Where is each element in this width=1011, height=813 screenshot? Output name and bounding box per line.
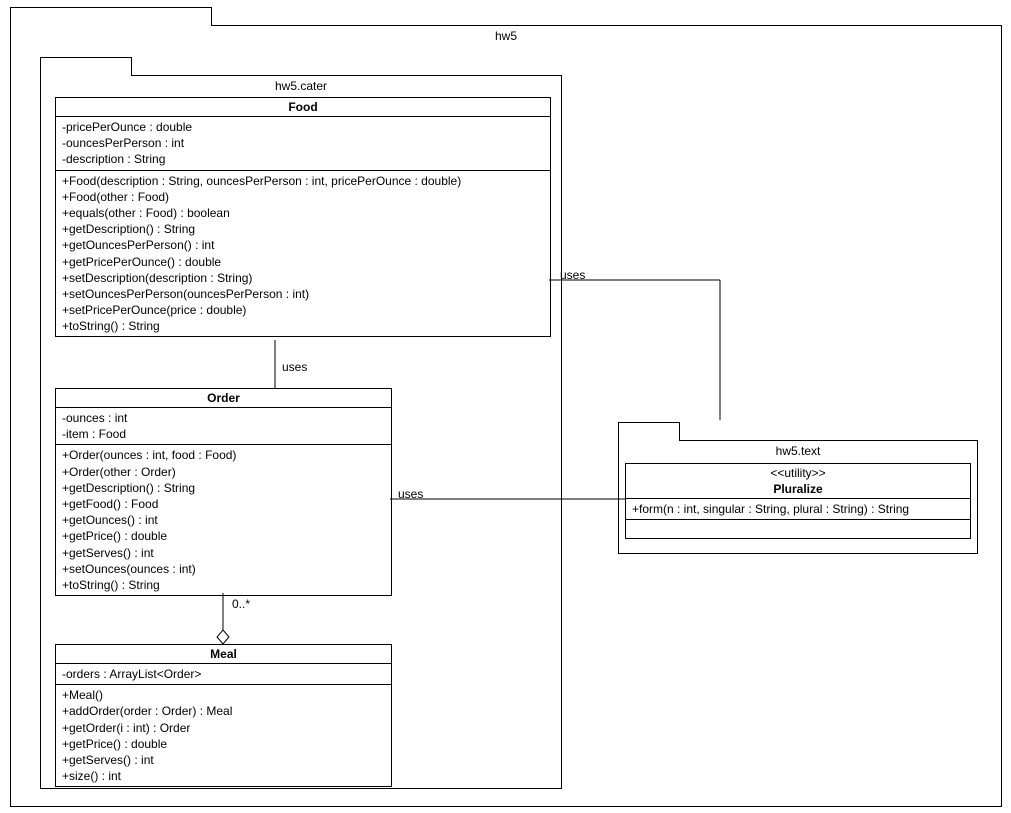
class-pluralize-title: Pluralize xyxy=(626,480,970,499)
op: +getOuncesPerPerson() : int xyxy=(62,237,544,253)
class-food-ops: +Food(description : String, ouncesPerPer… xyxy=(56,171,550,337)
attr: -description : String xyxy=(62,151,544,167)
class-meal: Meal -orders : ArrayList<Order> +Meal() … xyxy=(55,644,392,787)
package-hw5-title: hw5 xyxy=(11,26,1001,46)
attr: -orders : ArrayList<Order> xyxy=(62,666,385,682)
op: +getServes() : int xyxy=(62,545,385,561)
package-hw5-tab xyxy=(10,7,212,26)
op: +Order(other : Order) xyxy=(62,464,385,480)
op: +addOrder(order : Order) : Meal xyxy=(62,703,385,719)
label-uses-food-order: uses xyxy=(282,360,307,374)
class-food: Food -pricePerOunce : double -ouncesPerP… xyxy=(55,97,551,337)
op: +Order(ounces : int, food : Food) xyxy=(62,447,385,463)
class-order-attrs: -ounces : int -item : Food xyxy=(56,408,391,445)
attr: -ouncesPerPerson : int xyxy=(62,135,544,151)
op: +getOunces() : int xyxy=(62,512,385,528)
label-uses-food-pluralize: uses xyxy=(560,268,585,282)
op: +Food(description : String, ouncesPerPer… xyxy=(62,173,544,189)
class-order: Order -ounces : int -item : Food +Order(… xyxy=(55,388,392,596)
op: +equals(other : Food) : boolean xyxy=(62,205,544,221)
op: +setPricePerOunce(price : double) xyxy=(62,302,544,318)
op: +toString() : String xyxy=(62,318,544,334)
class-food-title: Food xyxy=(56,98,550,117)
class-pluralize-empty xyxy=(626,520,970,538)
op: +form(n : int, singular : String, plural… xyxy=(632,501,964,517)
label-multiplicity-order-meal: 0..* xyxy=(232,597,250,611)
op: +getDescription() : String xyxy=(62,480,385,496)
op: +getServes() : int xyxy=(62,752,385,768)
class-meal-ops: +Meal() +addOrder(order : Order) : Meal … xyxy=(56,685,391,786)
op: +getDescription() : String xyxy=(62,221,544,237)
class-meal-attrs: -orders : ArrayList<Order> xyxy=(56,664,391,685)
op: +Food(other : Food) xyxy=(62,189,544,205)
package-text-tab xyxy=(618,422,680,441)
op: +setDescription(description : String) xyxy=(62,270,544,286)
package-cater-title: hw5.cater xyxy=(41,76,561,96)
attr: -item : Food xyxy=(62,426,385,442)
op: +setOunces(ounces : int) xyxy=(62,561,385,577)
op: +toString() : String xyxy=(62,577,385,593)
op: +getPrice() : double xyxy=(62,736,385,752)
op: +getPricePerOunce() : double xyxy=(62,254,544,270)
op: +Meal() xyxy=(62,687,385,703)
attr: -ounces : int xyxy=(62,410,385,426)
class-order-ops: +Order(ounces : int, food : Food) +Order… xyxy=(56,445,391,595)
op: +setOuncesPerPerson(ouncesPerPerson : in… xyxy=(62,286,544,302)
class-food-attrs: -pricePerOunce : double -ouncesPerPerson… xyxy=(56,117,550,171)
class-order-title: Order xyxy=(56,389,391,408)
package-cater-tab xyxy=(40,57,132,76)
class-pluralize-ops: +form(n : int, singular : String, plural… xyxy=(626,499,970,520)
op: +getOrder(i : int) : Order xyxy=(62,720,385,736)
class-pluralize-stereotype: <<utility>> xyxy=(626,464,970,480)
op: +getFood() : Food xyxy=(62,496,385,512)
op: +size() : int xyxy=(62,768,385,784)
class-pluralize: <<utility>> Pluralize +form(n : int, sin… xyxy=(625,463,971,539)
attr: -pricePerOunce : double xyxy=(62,119,544,135)
op: +getPrice() : double xyxy=(62,528,385,544)
label-uses-order-pluralize: uses xyxy=(398,487,423,501)
class-meal-title: Meal xyxy=(56,645,391,664)
package-text-title: hw5.text xyxy=(619,441,977,461)
